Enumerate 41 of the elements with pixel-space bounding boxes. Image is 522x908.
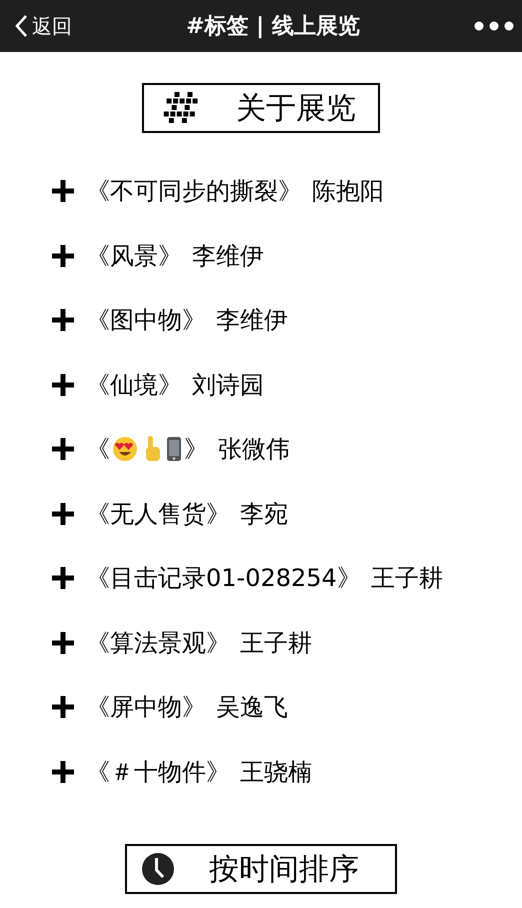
artist-name: 陈抱阳 bbox=[312, 176, 384, 208]
heart-eyes-face-icon bbox=[112, 436, 138, 462]
plus-icon[interactable] bbox=[52, 309, 74, 332]
artist-name: 吴逸飞 bbox=[216, 692, 288, 724]
plus-icon[interactable] bbox=[52, 438, 74, 460]
artist-name: 李维伊 bbox=[192, 240, 264, 272]
more-icon[interactable] bbox=[474, 21, 514, 31]
exhibit-title[interactable]: 《屏中物》 bbox=[86, 691, 206, 724]
heading-label: 关于展览 bbox=[236, 90, 356, 128]
exhibit-title[interactable]: 《＃十物件》 bbox=[86, 756, 230, 788]
artist-name: 李维伊 bbox=[216, 305, 288, 336]
exhibit-title[interactable]: 《仙境》 bbox=[86, 368, 182, 401]
plus-icon[interactable] bbox=[52, 632, 74, 654]
back-button[interactable]: 返回 bbox=[14, 12, 72, 40]
bracket: 》 bbox=[184, 434, 208, 466]
plus-icon[interactable] bbox=[52, 180, 74, 202]
artist-name: 王子耕 bbox=[370, 563, 443, 594]
exhibit-title[interactable]: 《不可同步的撕裂》 bbox=[86, 175, 302, 208]
artist-name: 李宛 bbox=[240, 498, 288, 530]
artist-name: 张微伟 bbox=[218, 434, 290, 466]
artist-name: 王骁楠 bbox=[240, 756, 312, 788]
plus-icon[interactable] bbox=[52, 502, 74, 525]
plus-icon[interactable] bbox=[52, 244, 74, 267]
sort-button[interactable]: 按时间排序 bbox=[125, 844, 397, 894]
artist-name: 王子耕 bbox=[240, 628, 312, 659]
exhibit-title[interactable]: 《算法景观》 bbox=[86, 626, 230, 659]
bracket: 《 bbox=[86, 434, 110, 466]
clock-icon bbox=[141, 852, 175, 886]
plus-icon[interactable] bbox=[52, 567, 74, 590]
plus-icon[interactable] bbox=[52, 696, 74, 718]
exhibit-title[interactable]: 《无人售货》 bbox=[86, 498, 230, 530]
hash-icon bbox=[162, 90, 200, 126]
exhibit-title[interactable]: 《图中物》 bbox=[86, 304, 206, 336]
phone-icon bbox=[166, 436, 182, 462]
artist-name: 刘诗园 bbox=[192, 370, 264, 401]
plus-icon[interactable] bbox=[52, 760, 74, 783]
exhibit-title[interactable]: 《目击记录01-028254》 bbox=[86, 562, 361, 594]
plus-icon[interactable] bbox=[52, 374, 74, 396]
back-icon bbox=[14, 14, 28, 38]
page-title: #标签 | 线上展览 bbox=[186, 13, 360, 41]
exhibit-title[interactable]: 《风景》 bbox=[86, 240, 182, 272]
